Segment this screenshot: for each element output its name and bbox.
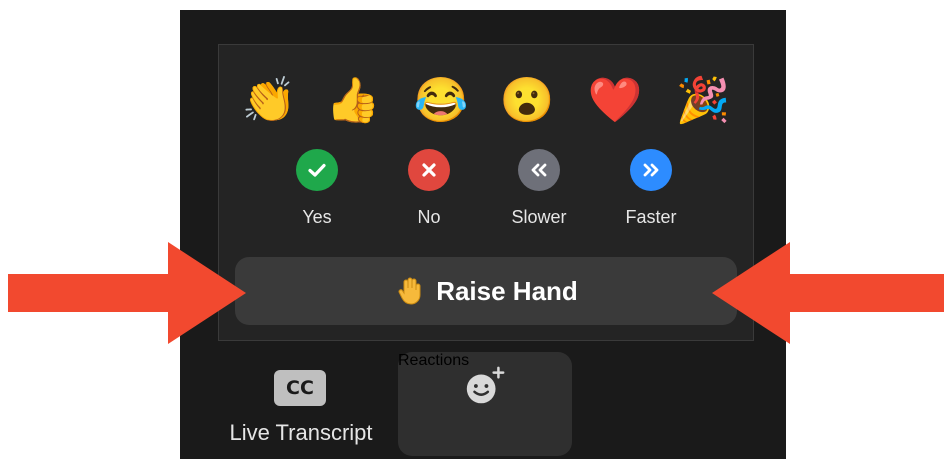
slower-button[interactable]: Slower [499,149,579,228]
party-popper-emoji-button[interactable]: 🎉 [673,71,733,131]
raised-hand-icon [398,277,421,305]
party-popper-icon: 🎉 [675,76,731,125]
add-reaction-icon [466,366,505,404]
red-heart-icon: ❤️ [587,76,643,125]
check-icon [296,149,338,191]
open-mouth-icon: 😮 [499,76,555,125]
raise-hand-button[interactable]: Raise Hand [235,257,737,325]
open-mouth-emoji-button[interactable]: 😮 [497,71,557,131]
faster-button[interactable]: Faster [611,149,691,228]
raise-hand-label: Raise Hand [436,275,578,306]
reactions-popup: 👏 👍 😂 😮 ❤️ 🎉 Yes No Slower Faster Raise … [218,44,754,341]
clapping-hands-emoji-button[interactable]: 👏 [239,71,299,131]
red-heart-emoji-button[interactable]: ❤️ [585,71,645,131]
emoji-reaction-row: 👏 👍 😂 😮 ❤️ 🎉 [219,71,753,135]
faster-label: Faster [625,207,677,227]
live-transcript-label: Live Transcript [229,420,373,445]
double-chevron-right-icon [630,149,672,191]
closed-captions-icon: CC [274,370,326,406]
thumbs-up-emoji-button[interactable]: 👍 [323,71,383,131]
left-arrow-annotation [8,242,246,344]
reactions-button[interactable]: Reactions [398,352,572,456]
live-transcript-button[interactable]: CC Live Transcript [210,350,392,450]
right-arrow-annotation [712,242,944,344]
double-chevron-left-icon [518,149,560,191]
thumbs-up-icon: 👍 [325,76,381,125]
close-icon [408,149,450,191]
no-label: No [417,207,441,227]
yes-label: Yes [302,207,332,227]
slower-label: Slower [511,207,567,227]
yes-button[interactable]: Yes [277,149,357,228]
no-button[interactable]: No [389,149,469,228]
tears-of-joy-emoji-button[interactable]: 😂 [411,71,471,131]
tears-of-joy-icon: 😂 [413,76,469,125]
clapping-hands-icon: 👏 [241,76,297,125]
